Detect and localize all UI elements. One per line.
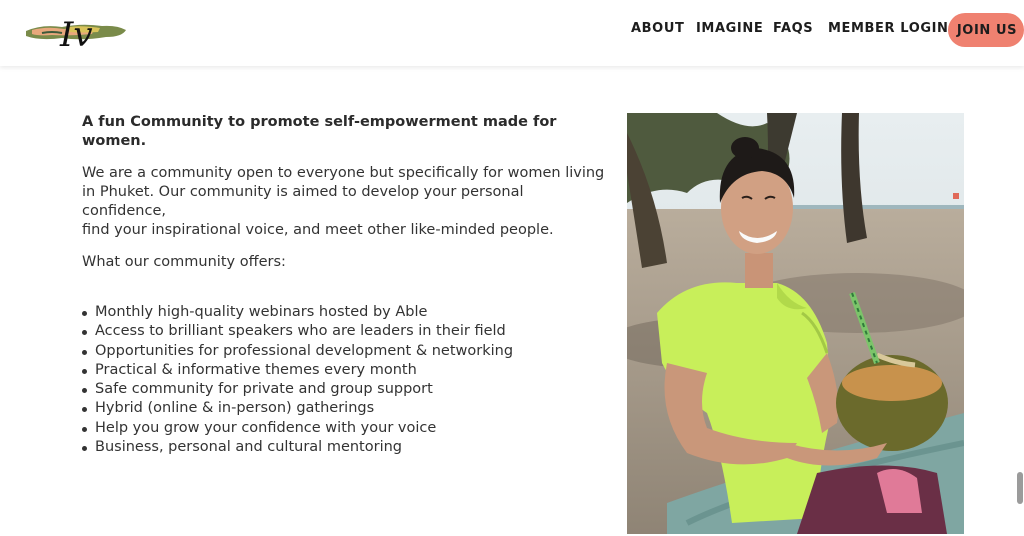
- list-item: Safe community for private and group sup…: [82, 380, 612, 399]
- photo-woman-with-coconut-icon: [627, 113, 964, 534]
- list-item: Hybrid (online & in-person) gatherings: [82, 399, 612, 418]
- community-intro: A fun Community to promote self-empowerm…: [82, 113, 612, 457]
- feature-list: Monthly high-quality webinars hosted by …: [82, 303, 612, 457]
- logo-icon: Iv: [26, 15, 126, 55]
- join-us-button[interactable]: JOIN US: [948, 13, 1024, 47]
- nav-member-login[interactable]: MEMBER LOGIN: [828, 21, 949, 36]
- site-logo[interactable]: Iv: [22, 10, 130, 56]
- nav-about[interactable]: ABOUT: [631, 21, 684, 36]
- site-header: Iv ABOUT IMAGINE FAQS MEMBER LOGIN JOIN …: [0, 0, 1024, 66]
- list-item: Monthly high-quality webinars hosted by …: [82, 303, 612, 322]
- intro-heading: A fun Community to promote self-empowerm…: [82, 114, 557, 149]
- description-line: We are a community open to everyone but …: [82, 165, 605, 181]
- list-item: Opportunities for professional developme…: [82, 342, 612, 361]
- scrollbar-thumb[interactable]: [1017, 472, 1023, 504]
- list-item: Help you grow your confidence with your …: [82, 419, 612, 438]
- nav-imagine[interactable]: IMAGINE: [696, 21, 763, 36]
- list-item: Practical & informative themes every mon…: [82, 361, 612, 380]
- list-item: Access to brilliant speakers who are lea…: [82, 322, 612, 341]
- community-photo: [627, 113, 964, 534]
- description-line: in Phuket. Our community is aimed to dev…: [82, 184, 524, 219]
- svg-text:Iv: Iv: [59, 15, 93, 55]
- offers-heading: What our community offers:: [82, 254, 286, 270]
- list-item: Business, personal and cultural mentorin…: [82, 438, 612, 457]
- community-description: We are a community open to everyone but …: [82, 164, 612, 240]
- nav-faqs[interactable]: FAQS: [773, 21, 813, 36]
- description-line: find your inspirational voice, and meet …: [82, 222, 554, 238]
